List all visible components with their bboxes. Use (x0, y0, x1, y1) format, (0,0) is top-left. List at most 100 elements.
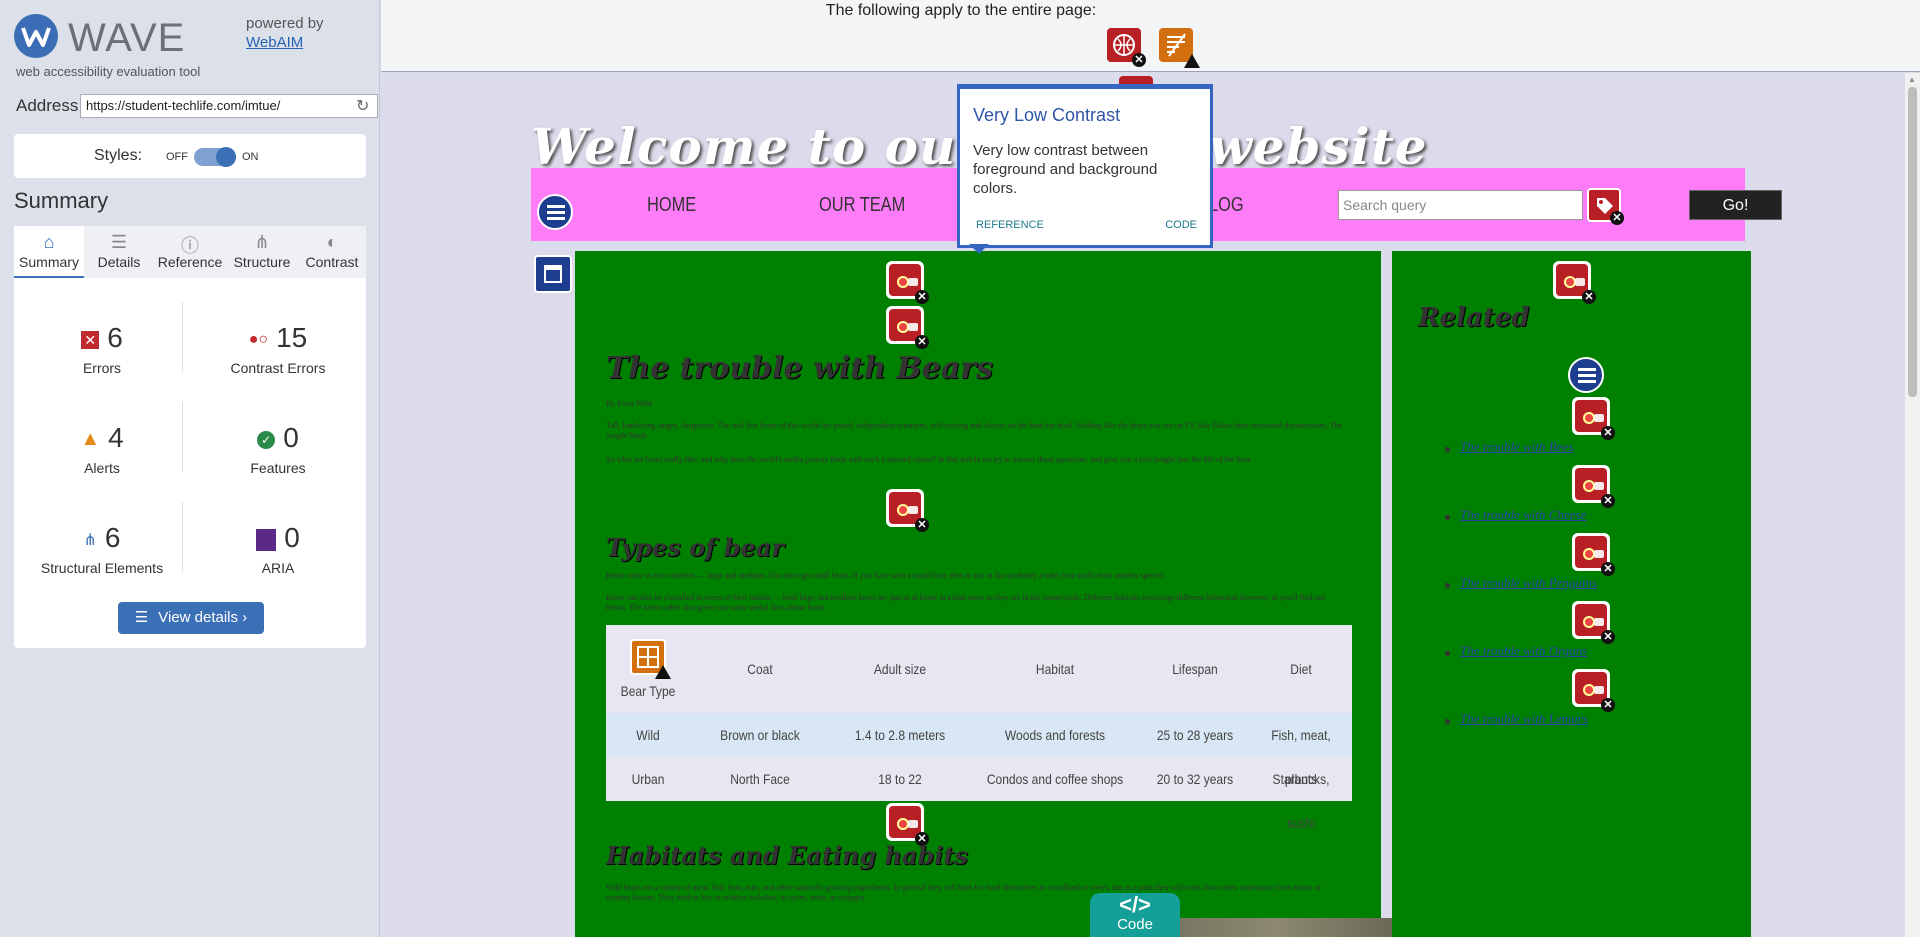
article-heading: The trouble with Bears (606, 351, 993, 386)
tab-reference-label: Reference (157, 254, 223, 270)
alert-badge-icon (1184, 54, 1200, 68)
wave-tagline: web accessibility evaluation tool (16, 64, 201, 79)
stat-features: ✓ 0 Features (198, 422, 358, 476)
contrast-error-icon[interactable]: ✕ (1572, 533, 1615, 576)
contrast-error-icon[interactable]: ✕ (1553, 261, 1596, 304)
related-sidebar: ✕ Related ✕ The trouble with Bees ✕ The … (1392, 251, 1751, 937)
contrast-error-icon[interactable]: ✕ (1572, 397, 1615, 440)
table-cell: Brown or black (720, 727, 800, 743)
contrast-errors-count: 15 (276, 322, 308, 353)
contrast-error-icon[interactable]: ✕ (1572, 669, 1615, 712)
styles-toggle[interactable] (194, 147, 236, 167)
page-scrollbar[interactable]: ▲ (1905, 73, 1920, 937)
list-structure-icon[interactable] (1568, 357, 1604, 393)
contrast-error-icon[interactable]: ✕ (886, 489, 929, 532)
related-link[interactable]: The trouble with Bees (1460, 439, 1573, 455)
aria-label: ARIA (261, 560, 295, 576)
summary-panel: ✕ 6 Errors ●○ 15 Contrast Errors ▲ 4 Alerts… (14, 278, 366, 648)
nav-home[interactable]: HOME (647, 194, 696, 217)
refresh-icon[interactable]: ↻ (356, 96, 369, 116)
tab-contrast[interactable]: ◐ Contrast (298, 226, 366, 278)
tooltip-reference-link[interactable]: REFERENCE (976, 219, 1044, 231)
table-cell: 20 to 32 years (1156, 771, 1234, 787)
language-error-icon[interactable]: ✕ (1107, 28, 1146, 67)
tab-structure-label: Structure (233, 254, 291, 270)
bears-table: Bear Type Coat Adult size Habitat Lifesp… (606, 625, 1352, 831)
alert-icon: ▲ (80, 428, 101, 451)
missing-label-error-icon[interactable]: ✕ (1587, 188, 1624, 225)
error-badge-icon: ✕ (1610, 211, 1624, 225)
styles-off-label: OFF (166, 151, 188, 163)
table-header: Bear Type (620, 683, 676, 699)
types-heading: Types of bear (606, 533, 785, 562)
aside-structure-icon[interactable] (534, 255, 572, 293)
alerts-count: 4 (108, 422, 124, 453)
table-cell: North Face (730, 771, 790, 787)
styles-on-label: ON (242, 151, 259, 163)
features-label: Features (250, 460, 306, 476)
structural-label: Structural Elements (40, 560, 164, 576)
stat-alerts: ▲ 4 Alerts (22, 422, 182, 476)
wave-logo-icon (14, 14, 58, 58)
view-details-button[interactable]: ☰ View details › (118, 602, 264, 634)
divider (182, 402, 183, 472)
page-level-text: The following apply to the entire page: (825, 2, 1097, 19)
table-header-row: Bear Type Coat Adult size Habitat Lifesp… (606, 625, 1352, 713)
structural-count: 6 (104, 522, 121, 553)
tab-structure[interactable]: ⋔ Structure (226, 226, 298, 278)
tab-reference[interactable]: ⓘ Reference (154, 226, 226, 278)
aria-icon (256, 528, 277, 551)
powered-by-label: powered by (246, 15, 324, 32)
related-link[interactable]: The trouble with Cheese (1460, 507, 1586, 523)
table-cell: Woods and forests (1004, 727, 1106, 743)
page-title-alert-icon[interactable] (1159, 28, 1200, 68)
contrast-error-icon[interactable]: ✕ (1572, 601, 1615, 644)
types-paragraph: Bears come in two varieties — large and … (606, 571, 1166, 580)
related-link[interactable]: The trouble with Organs (1460, 643, 1587, 659)
contrast-error-icon[interactable]: ✕ (1572, 465, 1615, 508)
tab-summary[interactable]: ⌂ Summary (14, 226, 84, 278)
alerts-label: Alerts (84, 460, 120, 476)
table-header: Diet (1290, 661, 1312, 677)
list-icon: ☰ (110, 232, 128, 252)
address-input[interactable]: https://student-techlife.com/imtue/ (80, 94, 378, 118)
nav-our-team[interactable]: OUR TEAM (819, 194, 905, 217)
habitat-paragraph: Bears can also be classified in terms of… (606, 593, 1325, 612)
related-link[interactable]: The trouble with Penguins (1460, 575, 1597, 591)
stat-aria: 0 ARIA (198, 522, 358, 576)
go-button[interactable]: Go! (1689, 190, 1782, 220)
stat-errors: ✕ 6 Errors (22, 322, 182, 376)
contrast-error-icon[interactable]: ✕ (886, 803, 929, 846)
tab-details[interactable]: ☰ Details (84, 226, 154, 278)
main-content: ✕ ✕ The trouble with Bears By Evan Wild … (575, 251, 1381, 937)
search-input[interactable]: Search query (1338, 190, 1583, 220)
scrollbar-thumb[interactable] (1908, 87, 1917, 397)
tooltip-code-link[interactable]: CODE (1165, 219, 1197, 231)
code-icon: </> (1119, 892, 1151, 917)
table-cell: Fish, meat, plants (1271, 727, 1331, 787)
nav-blog[interactable]: LOG (1209, 194, 1244, 217)
table-cell: 18 to 22 (878, 771, 922, 787)
related-link[interactable]: The trouble with Lemurs (1460, 711, 1588, 727)
contrast-error-icon[interactable]: ✕ (886, 261, 929, 304)
summary-heading: Summary (14, 188, 109, 213)
intro-paragraph: Tall, lumbering, angry, dangerous. The r… (606, 421, 1343, 440)
contrast-error-icon: ●○ (248, 330, 269, 348)
panel-tabs: ⌂ Summary ☰ Details ⓘ Reference ⋔ Struct… (14, 226, 366, 278)
home-icon: ⌂ (43, 232, 55, 252)
table-cell: Wild (636, 727, 660, 743)
table-cell: 1.4 to 2.8 meters (854, 727, 946, 743)
contrast-error-icon[interactable]: ✕ (886, 306, 929, 349)
table-row: Wild Brown or black 1.4 to 2.8 meters Wo… (606, 713, 1352, 787)
code-toggle-button[interactable]: </> Code (1090, 893, 1180, 937)
webaim-link[interactable]: WebAIM (246, 33, 324, 52)
scroll-up-icon[interactable]: ▲ (1908, 75, 1916, 84)
divider (182, 302, 183, 372)
table-row: Urban North Face 18 to 22 Condos and cof… (606, 757, 1352, 831)
address-bar: Address: https://student-techlife.com/im… (14, 94, 378, 120)
wave-logo-text: WAVE (68, 16, 186, 60)
features-count: 0 (283, 422, 299, 453)
structure-icon: ⋔ (83, 531, 97, 549)
contrast-icon: ◐ (326, 232, 338, 252)
list-structure-icon[interactable] (537, 194, 573, 230)
